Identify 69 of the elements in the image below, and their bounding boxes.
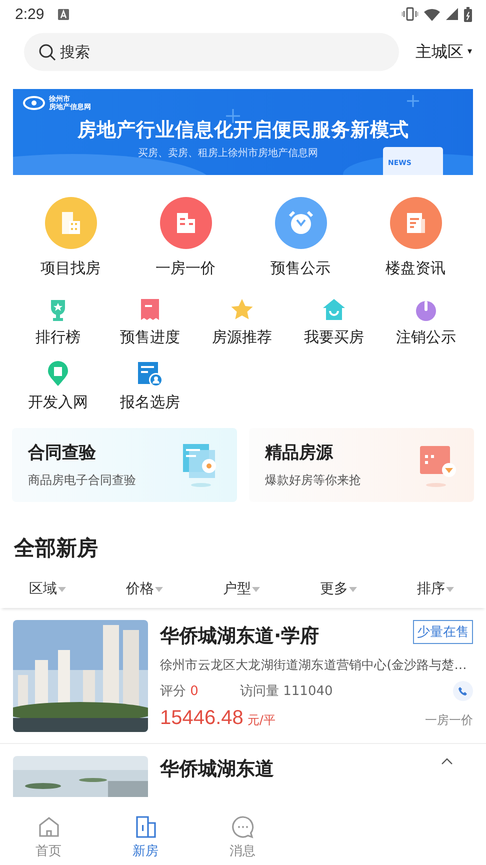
shortcut-item[interactable]: 报名选房 <box>104 361 196 412</box>
shortcut-item[interactable]: 注销公示 <box>380 298 472 347</box>
shortcut-item[interactable]: 房源推荐 <box>196 298 288 347</box>
city-selector[interactable]: 主城区 ▾ <box>415 42 472 62</box>
sale-status-tag: 少量在售 <box>413 620 473 644</box>
filter-dropdown[interactable]: 更多 <box>320 580 417 598</box>
shortcut-item[interactable]: 项目找房 <box>13 197 128 278</box>
filter-dropdown[interactable]: 排序 <box>417 580 486 598</box>
status-time: 2:29 <box>15 6 44 22</box>
location-pin-icon <box>47 361 69 387</box>
feature-card[interactable]: 精品房源 爆款好房等你来抢 <box>249 428 474 502</box>
listing-rating: 评分 0 <box>160 683 200 700</box>
card-title: 合同查验 <box>28 442 97 464</box>
alarm-clock-icon <box>286 209 314 237</box>
shortcut-item[interactable]: 排行榜 <box>12 298 104 347</box>
shortcut-item[interactable]: 预售公示 <box>243 197 358 278</box>
chevron-up-icon <box>441 758 453 764</box>
caret-icon <box>58 586 66 592</box>
shortcut-item[interactable]: 开发入网 <box>12 361 104 412</box>
battery-icon <box>464 6 472 22</box>
house-icon <box>322 298 346 322</box>
caret-icon <box>252 586 260 592</box>
search-icon <box>39 44 56 61</box>
nav-tab[interactable]: 首页 <box>0 811 97 865</box>
card-subtitle: 爆款好房等你来抢 <box>265 472 361 489</box>
power-icon <box>414 298 438 322</box>
building-icon <box>134 815 158 839</box>
shortcut-item[interactable]: 我要买房 <box>288 298 380 347</box>
banner-subline: 买房、卖房、租房上徐州市房地产信息网 <box>138 146 318 160</box>
building-icon <box>60 211 82 235</box>
filter-dropdown[interactable]: 户型 <box>223 580 320 598</box>
listing-price: 15446.48 <box>160 707 244 730</box>
home-icon <box>36 815 60 839</box>
listing-title: 华侨城湖东道 <box>160 758 274 780</box>
eye-logo-icon <box>23 96 45 110</box>
listing-card[interactable]: 华侨城湖东道·学府 少量在售 徐州市云龙区大龙湖街道湖东道营销中心(金沙路与楚… 评分 0 访问量 111040 15446.48 元/平 一房一价 <box>0 608 486 744</box>
filter-dropdown[interactable]: 价格 <box>126 580 223 598</box>
search-field[interactable]: 搜索 <box>24 33 400 71</box>
phone-icon <box>458 686 468 696</box>
listing-title: 华侨城湖东道·学府 <box>160 624 320 649</box>
feature-card[interactable]: 合同查验 商品房电子合同查验 <box>12 428 237 502</box>
shortcut-item[interactable]: 预售进度 <box>104 298 196 347</box>
card-subtitle: 商品房电子合同查验 <box>28 472 136 489</box>
shortcut-item[interactable]: 楼盘资讯 <box>358 197 473 278</box>
caret-icon <box>446 586 454 592</box>
card-title: 精品房源 <box>265 442 334 464</box>
filter-dropdown[interactable]: 区域 <box>29 580 126 598</box>
receipt-icon <box>139 298 161 322</box>
signal-icon <box>446 8 458 20</box>
wifi-icon <box>424 8 440 20</box>
form-icon <box>137 361 163 387</box>
price-unit: 元/平 <box>247 712 276 729</box>
star-icon <box>230 298 254 322</box>
section-title: 全部新房 <box>12 535 99 562</box>
nav-tab[interactable]: 新房 <box>97 811 194 865</box>
notification-icon <box>58 8 70 20</box>
price-note: 一房一价 <box>425 712 473 729</box>
caret-icon <box>155 586 163 592</box>
office-icon <box>174 211 196 235</box>
listing-card[interactable]: 华侨城湖东道 <box>0 744 486 797</box>
chat-icon <box>230 815 254 839</box>
shortcut-item[interactable]: 一房一价 <box>128 197 243 278</box>
vibrate-icon <box>402 7 418 21</box>
banner-headline: 房地产行业信息化开启便民服务新模式 <box>77 118 409 143</box>
call-button[interactable] <box>453 681 473 701</box>
caret-icon <box>349 586 357 592</box>
nav-tab[interactable]: 消息 <box>194 811 291 865</box>
listing-address: 徐州市云龙区大龙湖街道湖东道营销中心(金沙路与楚… <box>160 657 468 674</box>
visit-count: 访问量 111040 <box>240 683 333 700</box>
